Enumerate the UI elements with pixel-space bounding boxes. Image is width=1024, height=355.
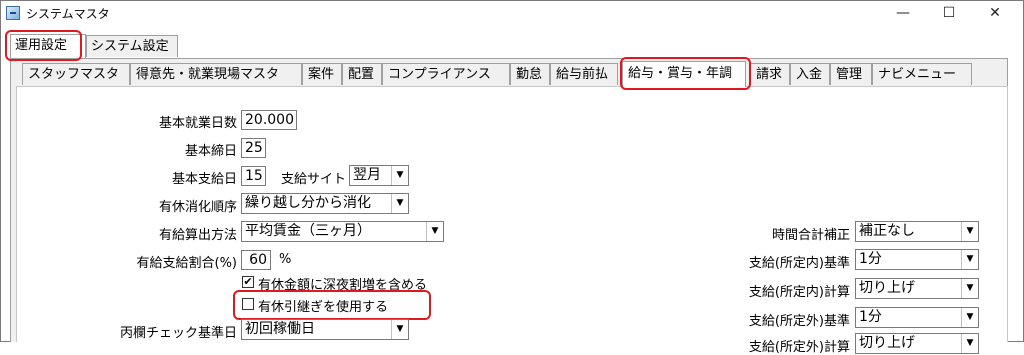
highlight-carryover xyxy=(233,290,431,320)
hei-check-basis-value: 初回稼働日 xyxy=(245,321,315,337)
pay-site-label: 支給サイト xyxy=(280,172,346,187)
basic-pay-day-label: 基本支給日 xyxy=(171,172,237,187)
tab-salary-advance[interactable]: 給与前払 xyxy=(550,63,618,85)
pay-within-calc-value: 切り上げ xyxy=(859,280,915,296)
chevron-down-icon[interactable]: ▼ xyxy=(961,279,978,298)
minimize-button[interactable]: — xyxy=(880,1,926,25)
paid-leave-order-value: 繰り越し分から消化 xyxy=(245,195,371,211)
tab-navi-menu[interactable]: ナビメニュー xyxy=(872,63,972,85)
chevron-down-icon[interactable]: ▼ xyxy=(961,308,978,327)
tab-compliance[interactable]: コンプライアンス xyxy=(382,63,510,85)
basic-work-days-label: 基本就業日数 xyxy=(158,116,237,131)
time-total-correction-value: 補正なし xyxy=(859,223,915,239)
chevron-down-icon[interactable]: ▼ xyxy=(426,222,443,241)
paid-leave-rate-label: 有給支給割合(%) xyxy=(136,256,238,271)
pay-within-calc-select[interactable]: 切り上げ ▼ xyxy=(855,278,979,299)
paid-leave-calc-select[interactable]: 平均賃金（三ヶ月） ▼ xyxy=(241,221,444,242)
hei-check-basis-label: 丙欄チェック基準日 xyxy=(119,326,237,341)
basic-pay-day-input[interactable]: 15 xyxy=(241,166,266,186)
pay-within-calc-label: 支給(所定内)計算 xyxy=(748,285,850,300)
basic-closing-day-input[interactable]: 25 xyxy=(241,138,266,158)
paid-leave-rate-input[interactable]: 60 xyxy=(241,250,271,270)
tab-project[interactable]: 案件 xyxy=(302,63,342,85)
tab-management[interactable]: 管理 xyxy=(830,63,872,85)
basic-closing-day-label: 基本締日 xyxy=(184,144,237,159)
pay-site-select[interactable]: 翌月 ▼ xyxy=(349,165,409,186)
highlight-salary-tab xyxy=(620,57,751,90)
basic-work-days-input[interactable]: 20.000 xyxy=(241,110,297,130)
chevron-down-icon[interactable]: ▼ xyxy=(961,250,978,269)
close-button[interactable]: ✕ xyxy=(972,1,1018,25)
percent-unit: % xyxy=(279,252,292,267)
pay-within-basis-select[interactable]: 1分 ▼ xyxy=(855,249,979,270)
time-total-correction-label: 時間合計補正 xyxy=(771,228,850,243)
tab-attendance[interactable]: 勤怠 xyxy=(510,63,550,85)
chevron-down-icon[interactable]: ▼ xyxy=(961,222,978,241)
tab-placement[interactable]: 配置 xyxy=(342,63,382,85)
tab-billing[interactable]: 請求 xyxy=(750,63,790,85)
pay-outside-calc-value: 切り上げ xyxy=(859,335,915,351)
paid-leave-order-label: 有休消化順序 xyxy=(158,200,237,215)
tab-staff-master[interactable]: スタッフマスタ xyxy=(22,63,130,85)
time-total-correction-select[interactable]: 補正なし ▼ xyxy=(855,221,979,242)
include-night-checkbox[interactable]: ✔ xyxy=(242,276,254,288)
paid-leave-order-select[interactable]: 繰り越し分から消化 ▼ xyxy=(241,193,409,214)
paid-leave-calc-value: 平均賃金（三ヶ月） xyxy=(245,223,371,239)
pay-outside-calc-select[interactable]: 切り上げ ▼ xyxy=(855,333,979,354)
pay-site-value: 翌月 xyxy=(353,167,381,183)
maximize-button[interactable]: ☐ xyxy=(926,1,972,25)
hei-check-basis-select[interactable]: 初回稼働日 ▼ xyxy=(241,319,409,340)
pay-within-basis-value: 1分 xyxy=(859,251,882,267)
tab-system-settings[interactable]: システム設定 xyxy=(86,35,178,57)
chevron-down-icon[interactable]: ▼ xyxy=(391,194,408,213)
title-bar xyxy=(1,1,1021,27)
pay-outside-basis-value: 1分 xyxy=(859,309,882,325)
pay-outside-calc-label: 支給(所定外)計算 xyxy=(748,340,850,355)
pay-outside-basis-select[interactable]: 1分 ▼ xyxy=(855,307,979,328)
app-icon xyxy=(6,6,20,20)
highlight-operation-tab xyxy=(5,30,82,61)
pay-outside-basis-label: 支給(所定外)基準 xyxy=(748,314,850,329)
tab-payment-receipt[interactable]: 入金 xyxy=(790,63,830,85)
window-title: システムマスタ xyxy=(26,7,110,21)
chevron-down-icon[interactable]: ▼ xyxy=(391,320,408,339)
tab-client-site-master[interactable]: 得意先・就業現場マスタ xyxy=(130,63,302,85)
pay-within-basis-label: 支給(所定内)基準 xyxy=(748,256,850,271)
chevron-down-icon[interactable]: ▼ xyxy=(391,166,408,185)
paid-leave-calc-label: 有給算出方法 xyxy=(158,228,237,243)
chevron-down-icon[interactable]: ▼ xyxy=(961,334,978,353)
